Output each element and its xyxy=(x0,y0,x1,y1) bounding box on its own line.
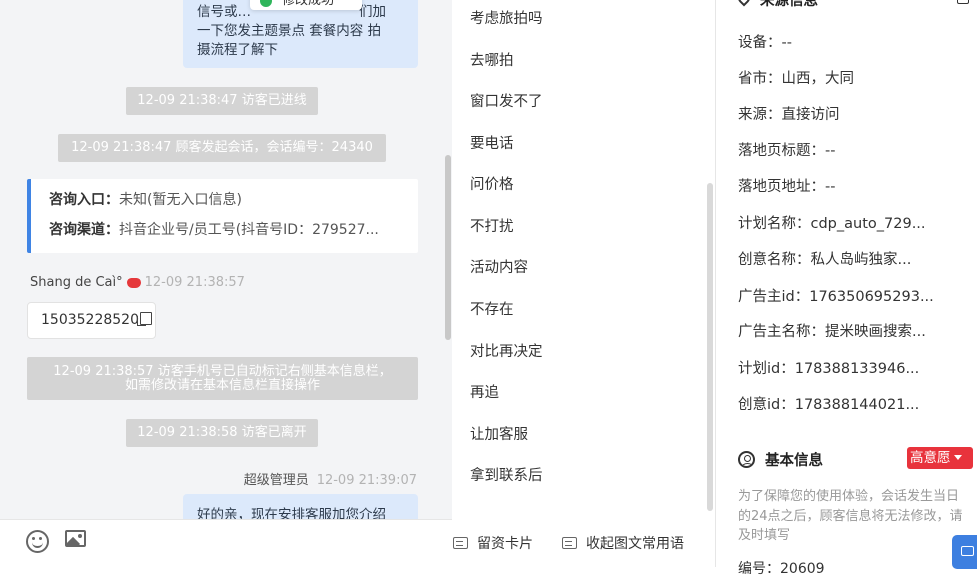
quick-reply-item[interactable]: 不存在 xyxy=(470,298,514,319)
field-device: 设备：-- xyxy=(738,35,792,51)
field-creative-name: 创意名称：私人岛屿独家... xyxy=(738,252,912,268)
notice-line: 如需修改请在基本信息栏直接操作 xyxy=(124,378,320,393)
quick-reply-item[interactable]: 让加客服 xyxy=(470,423,528,444)
chat-icon xyxy=(961,546,974,556)
agent-time: 12-09 21:39:07 xyxy=(316,473,417,488)
quick-reply-item[interactable]: 要电话 xyxy=(470,132,514,153)
phone-notice-message: 12-09 21:38:57 访客手机号已自动标记右侧基本信息栏， 如需修改请在… xyxy=(27,357,418,400)
notice-line: 12-09 21:38:57 访客手机号已自动标记右侧基本信息栏， xyxy=(53,364,392,379)
system-message: 12-09 21:38:47 顾客发起会话，会话编号：24340 xyxy=(58,134,386,162)
floating-chat-button[interactable] xyxy=(952,535,977,569)
info-panel: 来源信息 设备：-- 省市：山西，大同 来源：直接访问 落地页标题：-- 落地页… xyxy=(716,0,977,567)
field-serial-number: 编号：20609 xyxy=(738,561,825,577)
card-icon xyxy=(453,537,468,549)
agent-header: 超级管理员 12-09 21:39:07 xyxy=(244,469,417,488)
quick-reply-scrollbar[interactable] xyxy=(707,183,713,511)
field-advertiser-name: 广告主名称：提米映画搜索... xyxy=(738,324,926,340)
quick-reply-item[interactable]: 不打扰 xyxy=(470,215,514,236)
check-icon xyxy=(260,0,272,7)
quick-reply-item[interactable]: 对比再决定 xyxy=(470,340,543,361)
channel-value: 抖音企业号/员工号(抖音号ID：279527... xyxy=(119,222,379,238)
success-toast: 修改成功 xyxy=(250,0,362,10)
agent-name: 超级管理员 xyxy=(243,473,309,488)
lips-emoji-icon xyxy=(126,277,141,288)
copy-icon[interactable] xyxy=(136,312,152,326)
card-icon xyxy=(562,537,577,549)
field-province-city: 省市：山西，大同 xyxy=(738,71,854,87)
edit-icon[interactable] xyxy=(957,0,969,4)
entry-value: 未知(暂无入口信息) xyxy=(119,192,242,208)
field-advertiser-id: 广告主id：176350695293... xyxy=(738,289,934,305)
field-landing-title: 落地页标题：-- xyxy=(738,143,836,159)
field-landing-url: 落地页地址：-- xyxy=(738,179,836,195)
quick-reply-item[interactable]: 窗口发不了 xyxy=(470,90,543,111)
field-creative-id: 创意id：178388144021... xyxy=(738,397,920,413)
user-icon xyxy=(738,451,755,468)
quick-reply-item[interactable]: 考虑旅拍吗 xyxy=(470,7,543,28)
field-plan-name: 计划名称：cdp_auto_729... xyxy=(738,216,926,232)
chat-history[interactable]: 信号或… 们加 一下您发主题景点 套餐内容 拍 摄流程了解下 修改成功 12-09… xyxy=(0,0,452,519)
chat-scrollbar[interactable] xyxy=(445,155,451,340)
message-line: 一下您发主题景点 套餐内容 拍 xyxy=(197,23,382,39)
phone-number: 15035228520 xyxy=(41,312,139,328)
quick-reply-list: 考虑旅拍吗 去哪拍 窗口发不了 要电话 问价格 不打扰 活动内容 不存在 对比再… xyxy=(452,0,716,519)
system-message: 12-09 21:38:47 访客已进线 xyxy=(126,87,318,115)
lead-card-button[interactable]: 留资卡片 xyxy=(453,533,533,553)
visitor-phone-message: 15035228520 xyxy=(27,302,156,339)
edit-deadline-notice: 为了保障您的使用体验，会话发生当日的24点之后，顾客信息将无法修改，请及时填写 xyxy=(738,489,963,543)
quick-reply-item[interactable]: 问价格 xyxy=(470,173,514,194)
visitor-name: Shang de Caì° xyxy=(30,275,123,290)
visitor-time: 12-09 21:38:57 xyxy=(144,275,245,290)
collapse-phrases-button[interactable]: 收起图文常用语 xyxy=(562,533,684,553)
quick-reply-item[interactable]: 去哪拍 xyxy=(470,49,514,70)
channel-label: 咨询渠道： xyxy=(49,222,119,238)
field-source: 来源：直接访问 xyxy=(738,107,840,123)
quick-reply-item[interactable]: 再追 xyxy=(470,381,499,402)
location-pin-icon xyxy=(735,0,753,7)
agent-message-bubble: 好的亲，现在安排客服加您介绍 xyxy=(183,494,418,519)
visitor-header: Shang de Caì° 12-09 21:38:57 xyxy=(30,275,245,290)
system-message: 12-09 21:38:58 访客已离开 xyxy=(126,419,318,447)
intent-level-select[interactable]: 高意愿 xyxy=(907,447,973,469)
agent-message-bubble: 信号或… 们加 一下您发主题景点 套餐内容 拍 摄流程了解下 xyxy=(183,0,418,68)
source-info-title: 来源信息 xyxy=(735,0,818,10)
consult-info-card: 咨询入口：未知(暂无入口信息) 咨询渠道：抖音企业号/员工号(抖音号ID：279… xyxy=(27,179,418,253)
quick-reply-item[interactable]: 活动内容 xyxy=(470,256,528,277)
basic-info-title: 基本信息 xyxy=(738,449,823,470)
entry-label: 咨询入口： xyxy=(49,192,119,208)
emoji-icon[interactable] xyxy=(26,530,49,553)
message-line: 摄流程了解下 xyxy=(197,42,278,58)
image-icon[interactable] xyxy=(65,530,86,547)
quick-reply-item[interactable]: 拿到联系后 xyxy=(470,464,543,485)
field-plan-id: 计划id：178388133946... xyxy=(738,361,920,377)
caret-down-icon xyxy=(953,455,962,460)
